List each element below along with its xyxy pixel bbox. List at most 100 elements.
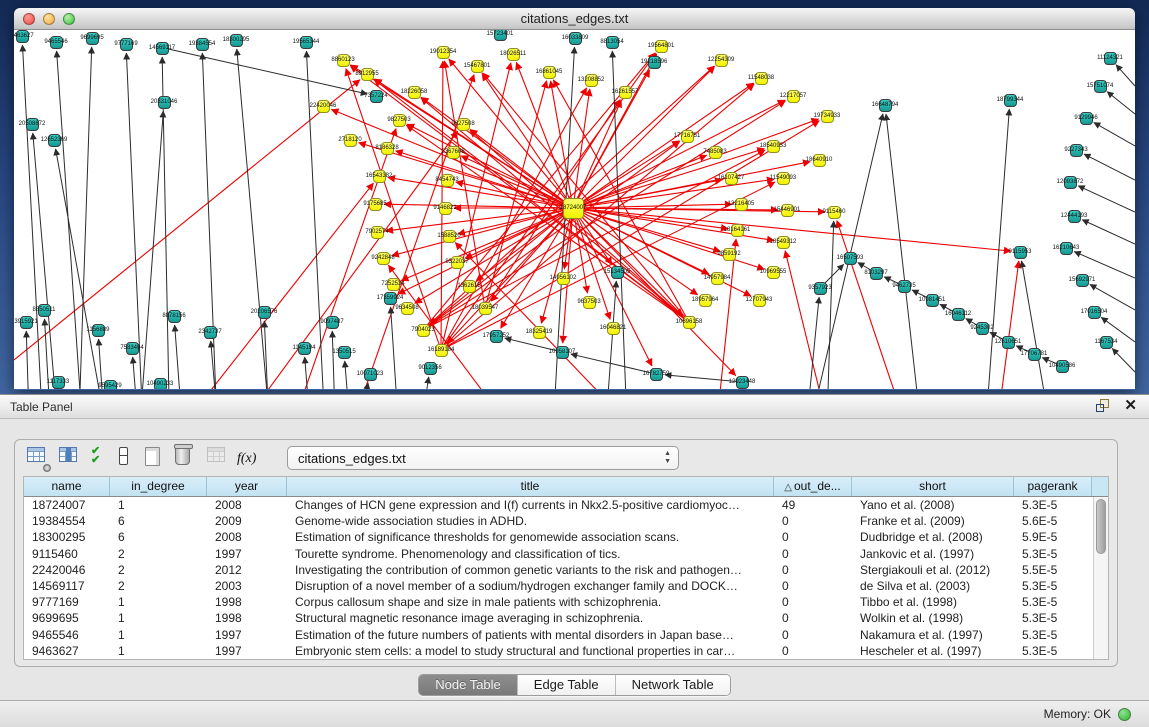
float-window-icon[interactable] xyxy=(1096,399,1110,413)
graph-node-10969555[interactable]: 10969555 xyxy=(767,266,780,279)
graph-node-1362615[interactable]: 1362615 xyxy=(463,280,476,293)
row-height-icon[interactable] xyxy=(119,447,141,469)
graph-node-12093872[interactable]: 12093872 xyxy=(1064,176,1077,189)
graph-node-9827503[interactable]: 9827503 xyxy=(393,114,406,127)
graph-node-2718120[interactable]: 2718120 xyxy=(344,134,357,147)
table-select-combobox[interactable]: citations_edges.txt ▲▼ xyxy=(287,446,679,470)
graph-node-20508672[interactable]: 20508672 xyxy=(26,118,39,131)
graph-node-7252534[interactable]: 7252534 xyxy=(387,278,400,291)
graph-node-16507593[interactable]: 16507593 xyxy=(844,252,857,265)
graph-node-9777169[interactable]: 9777169 xyxy=(120,38,133,51)
window-titlebar[interactable]: citations_edges.txt xyxy=(14,8,1135,30)
graph-node-18026511[interactable]: 18026511 xyxy=(507,48,520,61)
network-canvas[interactable]: 1872400718226058982750381863281654338291… xyxy=(14,30,1135,389)
graph-node-12652369[interactable]: 12652369 xyxy=(48,134,61,147)
graph-node-9637503[interactable]: 9637503 xyxy=(583,296,596,309)
graph-node-8813054[interactable]: 8813054 xyxy=(606,36,619,49)
table-row[interactable]: 1830029562008Estimation of significance … xyxy=(24,529,1093,545)
graph-node-11124321[interactable]: 11124321 xyxy=(1104,52,1117,65)
graph-node-17957252[interactable]: 17957252 xyxy=(490,330,503,343)
graph-node-7485083[interactable]: 7485083 xyxy=(709,146,722,159)
new-table-icon[interactable] xyxy=(145,447,167,469)
graph-node-9115460[interactable]: 9115460 xyxy=(828,206,841,219)
graph-node-17706781[interactable]: 17706781 xyxy=(1028,348,1041,361)
graph-node-12707943[interactable]: 12707943 xyxy=(753,294,766,307)
graph-node-1145194[interactable]: 1145194 xyxy=(298,342,311,355)
graph-node-11549093[interactable]: 11549093 xyxy=(777,172,790,185)
graph-node-8322037[interactable]: 8322037 xyxy=(451,256,464,269)
graph-node-8860123[interactable]: 8860123 xyxy=(337,54,350,67)
table-settings-icon[interactable] xyxy=(27,447,49,469)
graph-node-9245302[interactable]: 9245302 xyxy=(976,322,989,335)
graph-node-18957964[interactable]: 18957964 xyxy=(699,294,712,307)
select-rows-icon[interactable]: ✔✔ xyxy=(91,447,113,469)
graph-node-1350515[interactable]: 1350515 xyxy=(338,346,351,359)
graph-node-1588520[interactable]: 1588520 xyxy=(443,230,456,243)
delete-table-icon[interactable] xyxy=(207,447,229,469)
memory-ok-indicator[interactable] xyxy=(1118,708,1131,721)
graph-node-2342737[interactable]: 2342737 xyxy=(204,326,217,339)
graph-node-16210643[interactable]: 16210643 xyxy=(1060,242,1073,255)
graph-node-18540933[interactable]: 18540933 xyxy=(767,140,780,153)
graph-node-9146821[interactable]: 9146821 xyxy=(439,202,452,215)
graph-node-15692971[interactable]: 15692971 xyxy=(1076,274,1089,287)
graph-node-9115953[interactable]: 9115953 xyxy=(1014,246,1027,259)
column-header-title[interactable]: title xyxy=(287,477,774,496)
column-header-pagerank[interactable]: pagerank xyxy=(1014,477,1092,496)
graph-node-9827508[interactable]: 9827508 xyxy=(457,118,470,131)
graph-node-18799344[interactable]: 18799344 xyxy=(1004,94,1017,107)
graph-node-20331046[interactable]: 20331046 xyxy=(158,96,171,109)
graph-node-1167534[interactable]: 1167534 xyxy=(1100,336,1113,349)
scrollbar-thumb[interactable] xyxy=(1096,499,1106,554)
graph-node-10071023[interactable]: 10071023 xyxy=(364,368,377,381)
graph-node-11548038[interactable]: 11548038 xyxy=(755,72,768,85)
close-icon[interactable]: ✕ xyxy=(1124,399,1137,413)
graph-node-16046112[interactable]: 16046112 xyxy=(952,308,965,321)
graph-node-20206576[interactable]: 20206576 xyxy=(258,306,271,319)
graph-node-8186328[interactable]: 8186328 xyxy=(381,142,394,155)
graph-node-13208852[interactable]: 13208852 xyxy=(585,74,598,87)
graph-node-12610651[interactable]: 12610651 xyxy=(1002,336,1015,349)
table-row[interactable]: 977716911998Corpus callosum shape and si… xyxy=(24,594,1093,610)
graph-node-2367608[interactable]: 2367608 xyxy=(447,146,460,159)
graph-node-8103297[interactable]: 8103297 xyxy=(870,267,883,280)
graph-node-12444193[interactable]: 12444193 xyxy=(1068,210,1081,223)
graph-node-9462735[interactable]: 9462735 xyxy=(898,280,911,293)
graph-node-18226058[interactable]: 18226058 xyxy=(408,86,421,99)
column-header-in_degree[interactable]: in_degree xyxy=(110,477,207,496)
graph-node-7904023[interactable]: 7904023 xyxy=(417,324,430,337)
graph-node-8350511[interactable]: 8350511 xyxy=(38,304,51,317)
graph-node-10981451[interactable]: 10981451 xyxy=(926,294,939,307)
graph-node-22420046[interactable]: 22420046 xyxy=(317,100,330,113)
graph-node-8912955[interactable]: 8912955 xyxy=(361,68,374,81)
graph-node-9129946[interactable]: 9129946 xyxy=(1080,112,1093,125)
column-header-short[interactable]: short xyxy=(852,477,1014,496)
graph-node-9463627[interactable]: 9463627 xyxy=(16,30,29,43)
column-header-out_de[interactable]: △out_de... xyxy=(774,477,852,496)
table-row[interactable]: 911546021997Tourette syndrome. Phenomeno… xyxy=(24,546,1093,562)
graph-node-9227343[interactable]: 9227343 xyxy=(1070,144,1083,157)
graph-node-18039547[interactable]: 18039547 xyxy=(479,302,492,315)
graph-node-10490586[interactable]: 10490586 xyxy=(1056,360,1069,373)
graph-node-19565344[interactable]: 19565344 xyxy=(300,36,313,49)
graph-node-18549312[interactable]: 18549312 xyxy=(777,236,790,249)
column-header-year[interactable]: year xyxy=(207,477,287,496)
graph-node-9357923[interactable]: 9357923 xyxy=(814,282,827,295)
graph-node-16046821[interactable]: 16046821 xyxy=(607,322,620,335)
table-row[interactable]: 1872400712008Changes of HCN gene express… xyxy=(24,497,1093,513)
graph-node-9595429[interactable]: 9595429 xyxy=(104,380,117,390)
graph-node-16861045[interactable]: 16861045 xyxy=(543,66,556,79)
graph-node-14956102[interactable]: 14956102 xyxy=(557,272,570,285)
graph-node-16107427[interactable]: 16107427 xyxy=(725,172,738,185)
graph-node-15751074[interactable]: 15751074 xyxy=(1094,80,1107,93)
graph-node-9699695[interactable]: 9699695 xyxy=(86,32,99,45)
column-header-name[interactable]: name xyxy=(24,477,110,496)
graph-node-19012354[interactable]: 19012354 xyxy=(437,46,450,59)
graph-node-19734933[interactable]: 19734933 xyxy=(821,110,834,123)
table-row[interactable]: 969969511998Structural magnetic resonanc… xyxy=(24,610,1093,626)
graph-node-17016504[interactable]: 17016504 xyxy=(1088,306,1101,319)
graph-node-17716751[interactable]: 17716751 xyxy=(681,130,694,143)
graph-node-12254309[interactable]: 12254309 xyxy=(715,54,728,67)
graph-node-16033809[interactable]: 16033809 xyxy=(569,32,582,45)
table-row[interactable]: 1456911722003Disruption of a novel membe… xyxy=(24,578,1093,594)
